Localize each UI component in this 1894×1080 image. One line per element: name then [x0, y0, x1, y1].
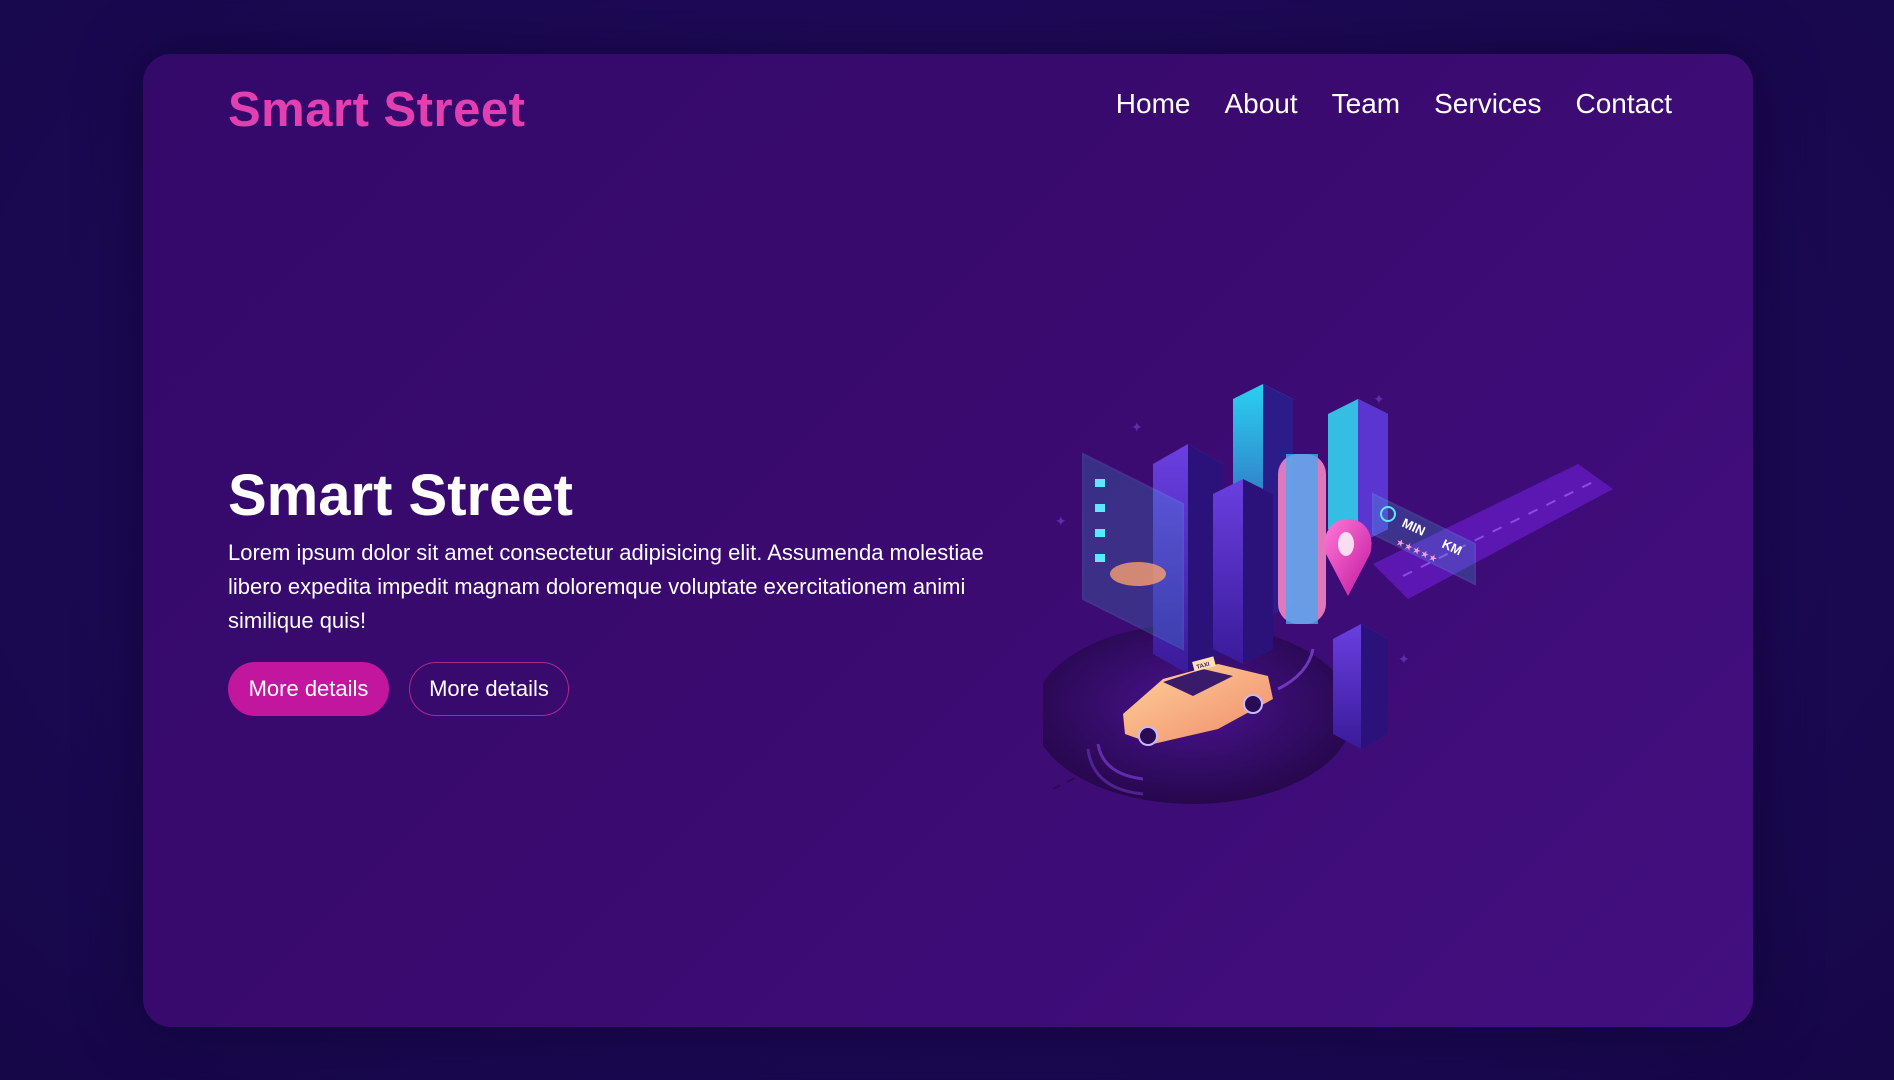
hero-title: Smart Street — [228, 463, 573, 528]
nav-home[interactable]: Home — [1116, 88, 1191, 120]
smart-city-illustration: MIN KM ★★★★★ TAXI ✦ ✦ ✦ ✦ — [1043, 384, 1613, 804]
more-details-primary-button[interactable]: More details — [228, 662, 389, 716]
location-pin-icon — [1324, 519, 1372, 596]
hero-buttons: More details More details — [228, 662, 569, 716]
hero-card: Smart Street Home About Team Services Co… — [143, 54, 1753, 1027]
nav-contact[interactable]: Contact — [1576, 88, 1673, 120]
sparkle-icon: ✦ — [1373, 391, 1385, 407]
nav-team[interactable]: Team — [1332, 88, 1400, 120]
more-details-outline-button[interactable]: More details — [409, 662, 569, 716]
brand-logo[interactable]: Smart Street — [228, 82, 525, 138]
sparkle-icon: ✦ — [1398, 651, 1410, 667]
main-nav: Home About Team Services Contact — [1116, 88, 1672, 120]
sparkle-icon: ✦ — [1055, 513, 1067, 529]
sparkle-icon: ✦ — [1131, 419, 1143, 435]
nav-about[interactable]: About — [1224, 88, 1297, 120]
hero-description: Lorem ipsum dolor sit amet consectetur a… — [228, 540, 984, 633]
nav-services[interactable]: Services — [1434, 88, 1541, 120]
